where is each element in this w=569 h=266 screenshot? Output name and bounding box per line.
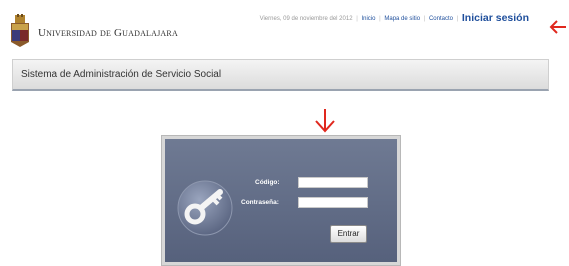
nav-link-sitemap[interactable]: Mapa de sitio (384, 16, 420, 22)
nav-separator: | (356, 16, 358, 22)
nav-link-home[interactable]: Inicio (361, 16, 375, 22)
annotation-arrow-left-icon (549, 20, 566, 34)
password-input[interactable] (298, 197, 368, 208)
university-name[interactable]: Universidad de Guadalajara (38, 27, 178, 39)
annotation-arrow-down-icon (315, 109, 335, 133)
page-title: Sistema de Administración de Servicio So… (21, 69, 222, 80)
nav-separator: | (456, 16, 459, 22)
password-label: Contraseña: (241, 199, 279, 206)
current-date: Viernes, 09 de noviembre del 2012 (259, 16, 353, 22)
nav-link-contact[interactable]: Contacto (429, 16, 453, 22)
nav-separator: | (379, 16, 381, 22)
system-title-bar: Sistema de Administración de Servicio So… (12, 59, 549, 91)
site-header: Universidad de Guadalajara Viernes, 09 d… (0, 0, 569, 58)
code-input[interactable] (298, 177, 368, 188)
key-icon (177, 180, 233, 236)
nav-separator: | (423, 16, 426, 22)
login-panel: Código: Contraseña: Entrar (162, 136, 400, 265)
code-label: Código: (255, 179, 280, 186)
university-crest-logo[interactable] (9, 14, 31, 47)
top-navigation: Viernes, 09 de noviembre del 2012 | Inic… (260, 12, 529, 24)
login-link[interactable]: Iniciar sesión (462, 12, 529, 24)
enter-button[interactable]: Entrar (330, 225, 367, 243)
